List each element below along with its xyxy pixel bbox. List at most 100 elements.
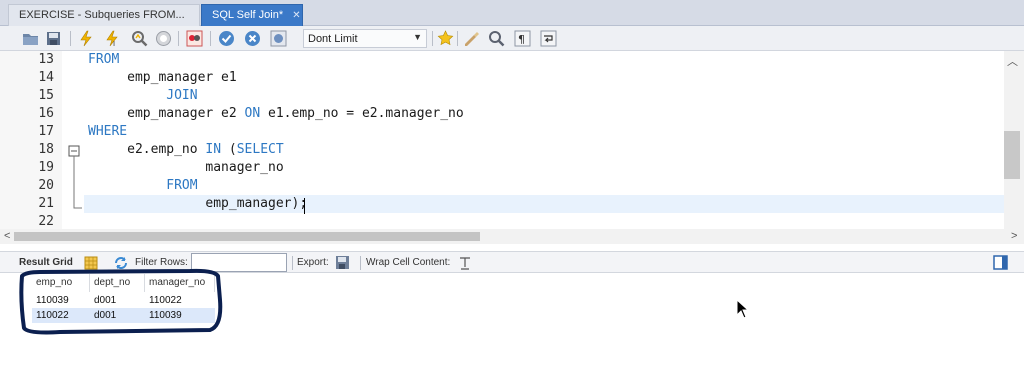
bookmark-icon[interactable] [437,30,454,47]
wrap-cell-icon[interactable] [459,256,471,270]
sql-text: emp_manager e2 [88,106,245,121]
toggle-panel-icon[interactable] [993,255,1008,270]
line-number: 22 [38,214,54,229]
cell-manager-no[interactable]: 110039 [145,308,215,323]
grid-view-icon[interactable] [84,256,98,270]
scroll-left-icon[interactable]: < [4,230,10,242]
sql-keyword: FROM [166,178,198,193]
mouse-cursor-icon [736,299,748,319]
wrap-icon[interactable] [540,30,557,47]
sql-text: emp_manager e1 [88,70,237,85]
open-folder-icon[interactable] [22,30,39,47]
result-toolbar: Result Grid Filter Rows: Export: Wrap Ce… [0,251,1024,273]
export-icon[interactable] [335,255,352,271]
tab-bar: EXERCISE - Subqueries FROM... SQL Self J… [0,0,1024,26]
sql-text: manager_no [88,160,284,175]
scroll-right-icon[interactable]: > [1011,230,1017,242]
code-line[interactable]: 13 FROM [0,51,1000,69]
commit-icon[interactable] [218,30,235,47]
cell-dept-no[interactable]: d001 [90,293,145,308]
code-text[interactable]: WHERE [88,123,127,141]
code-text[interactable]: JOIN [88,87,198,105]
result-grid-label[interactable]: Result Grid [19,257,73,268]
tab-exercise-subqueries[interactable]: EXERCISE - Subqueries FROM... [8,4,200,26]
code-text[interactable]: emp_manager e1 [88,69,237,87]
sql-keyword: JOIN [166,88,198,103]
beautify-icon[interactable] [463,30,480,47]
line-number: 20 [38,178,54,193]
scroll-up-icon[interactable]: ︿ [1007,53,1018,69]
code-line[interactable]: 19 manager_no [0,159,1000,177]
code-text[interactable]: e2.emp_no IN (SELECT [88,141,284,159]
code-line[interactable]: 14 emp_manager e1 [0,69,1000,87]
horizontal-scroll-thumb[interactable] [14,232,480,241]
toggle-error-icon[interactable] [186,30,203,47]
toolbar-separator [178,31,179,46]
sql-editor[interactable]: 13 FROM 14 emp_manager e1 15 JOIN 16 emp_man… [0,51,1024,229]
tab-label: EXERCISE - Subqueries FROM... [19,9,185,21]
chevron-down-icon: ▼ [413,32,422,42]
svg-text:I: I [113,40,115,47]
code-text[interactable]: FROM [88,51,119,69]
execute-icon[interactable] [78,30,95,47]
line-number: 19 [38,160,54,175]
code-text[interactable]: manager_no [88,159,284,177]
toolbar-separator [210,31,211,46]
stop-icon[interactable] [155,30,172,47]
toolbar-separator [70,31,71,46]
code-text[interactable]: FROM [88,177,198,195]
cell-emp-no[interactable]: 110039 [32,293,90,308]
code-line[interactable]: 20 FROM [0,177,1000,195]
refresh-icon[interactable] [113,256,129,270]
column-header-emp-no[interactable]: emp_no [32,274,90,292]
table-row[interactable]: 110039 d001 110022 [32,293,215,308]
column-header-manager-no[interactable]: manager_no [145,274,215,292]
rollback-icon[interactable] [244,30,261,47]
find-icon[interactable] [488,30,505,47]
sql-keyword: FROM [88,52,120,67]
sql-keyword: WHERE [88,124,128,139]
wrap-cell-content-label: Wrap Cell Content: [366,257,451,268]
line-number: 18 [38,142,54,157]
line-number: 13 [38,52,54,67]
execute-selection-icon[interactable]: I [104,30,121,47]
vertical-scroll-thumb[interactable] [1004,131,1020,179]
toolbar-separator [432,31,433,46]
export-label: Export: [297,257,329,268]
editor-toolbar: I Dont Limit ▼ ¶ [0,26,1024,51]
line-number: 16 [38,106,54,121]
code-line[interactable]: 16 emp_manager e2 ON e1.emp_no = e2.mana… [0,105,1000,123]
line-number: 17 [38,124,54,139]
limit-rows-value: Dont Limit [308,33,358,45]
code-line[interactable]: 22 [0,213,1000,229]
code-text[interactable]: emp_manager e2 ON e1.emp_no = e2.manager… [88,105,464,123]
toolbar-separator [360,256,361,270]
autocommit-icon[interactable] [270,30,287,47]
text-caret [304,198,305,214]
sql-keyword: SELECT [236,142,284,157]
tab-sql-self-join[interactable]: SQL Self Join* ✕ [201,4,303,26]
save-icon[interactable] [45,30,62,47]
cell-dept-no[interactable]: d001 [90,308,145,323]
toolbar-separator [457,31,458,46]
explain-icon[interactable] [131,30,148,47]
code-line[interactable]: 17 WHERE [0,123,1000,141]
sql-text: e2.emp_no [88,142,206,157]
filter-rows-label: Filter Rows: [135,257,188,268]
filter-rows-input[interactable] [191,253,287,272]
limit-rows-select[interactable]: Dont Limit ▼ [303,29,427,48]
cell-emp-no[interactable]: 110022 [32,308,90,323]
invisible-chars-icon[interactable]: ¶ [514,30,531,47]
fold-collapse-icon[interactable] [68,145,82,213]
close-icon[interactable]: ✕ [292,10,300,21]
cell-manager-no[interactable]: 110022 [145,293,215,308]
code-line[interactable]: 15 JOIN [0,87,1000,105]
code-line[interactable]: 21 emp_manager); [38,195,1004,213]
column-header-dept-no[interactable]: dept_no [90,274,145,292]
table-row[interactable]: 110022 d001 110039 [32,308,215,323]
sql-keyword: ON [244,106,261,121]
sql-keyword: IN [205,142,222,157]
code-line[interactable]: 18 e2.emp_no IN (SELECT [0,141,1000,159]
code-text[interactable]: emp_manager); [88,195,307,213]
